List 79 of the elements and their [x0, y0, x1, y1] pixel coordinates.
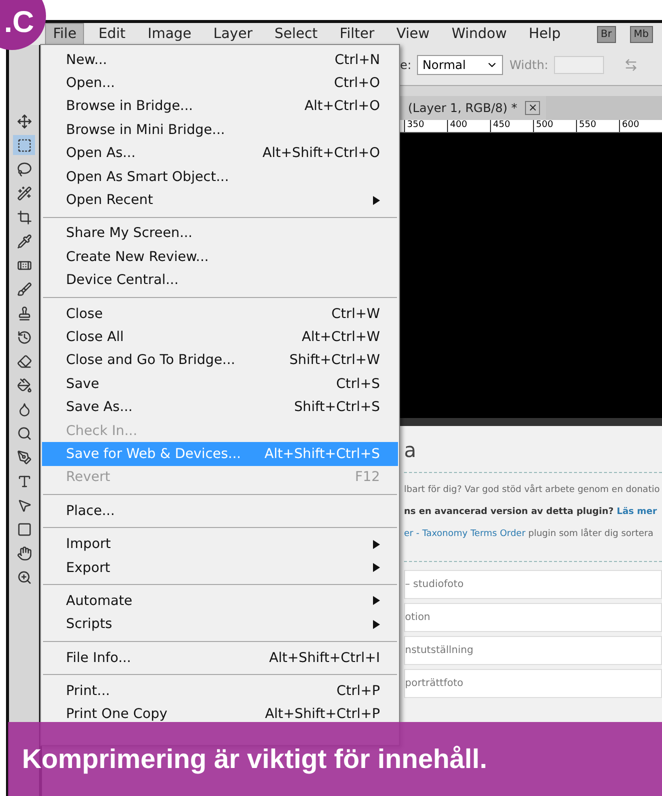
list-row[interactable]: nstutställning	[404, 636, 662, 665]
zoom-icon	[16, 570, 32, 584]
width-label: Width:	[509, 58, 548, 72]
menu-item[interactable]: File	[45, 23, 84, 45]
list-row[interactable]: – studiofoto	[404, 570, 662, 599]
menu-item[interactable]: Image	[140, 23, 200, 45]
menu-entry[interactable]: Close and Go To Bridge... Shift+Ctrl+W	[42, 348, 398, 372]
mode-dropdown[interactable]: Normal	[417, 55, 504, 75]
badge: .C	[0, 0, 46, 50]
menu-entry[interactable]: Close Ctrl+W	[42, 302, 398, 326]
eraser-icon	[16, 354, 32, 368]
ruler-label: 600	[619, 120, 662, 132]
advanced-text: ns en avancerad version av detta plugin?	[404, 507, 614, 517]
menu-entry[interactable]: Export	[42, 556, 398, 580]
move-icon	[16, 114, 32, 128]
tab-title: (Layer 1, RGB/8) *	[408, 101, 518, 115]
menu-entry[interactable]: Save Ctrl+S	[42, 372, 398, 396]
crop-icon	[16, 210, 32, 224]
close-button[interactable]: ×	[525, 101, 540, 115]
menu-item[interactable]: Edit	[90, 23, 134, 45]
menu-entry[interactable]: Device Central...	[42, 268, 398, 292]
menu-entry[interactable]: Automate	[42, 589, 398, 613]
donation-text: lbart för dig? Var god stöd vårt arbete genom en donatio	[404, 485, 661, 495]
ruler-label: 550	[576, 120, 619, 132]
menu-entry[interactable]: Save As... Shift+Ctrl+S	[42, 395, 398, 419]
list-row[interactable]: porträttfoto	[404, 669, 662, 698]
menu-item[interactable]: Filter	[332, 23, 382, 45]
menu-entry[interactable]: Open As... Alt+Shift+Ctrl+O	[42, 142, 398, 165]
tool-button[interactable]	[13, 135, 35, 155]
plugin-link[interactable]: er - Taxonomy Terms Order	[404, 529, 526, 539]
width-field[interactable]	[554, 56, 604, 74]
paint-bucket-icon	[16, 378, 32, 392]
lasso-icon	[16, 162, 32, 176]
square-icon	[16, 522, 32, 536]
pointer-icon	[16, 498, 32, 512]
menu-item[interactable]: Window	[444, 23, 515, 45]
hand-icon	[16, 546, 32, 560]
magnifier-icon	[16, 426, 32, 440]
menu-entry[interactable]: File Info... Alt+Shift+Ctrl+I	[42, 646, 398, 670]
menu-entry[interactable]: Place...	[42, 499, 398, 522]
menu-entry[interactable]: Print One Copy Alt+Shift+Ctrl+P	[42, 702, 398, 726]
dashed-square-icon	[16, 138, 32, 152]
ruler-label: 350	[404, 120, 447, 132]
stamp-icon	[16, 306, 32, 320]
brush-icon	[16, 282, 32, 296]
menu-item[interactable]: View	[388, 23, 438, 45]
app-button[interactable]: Br	[596, 26, 616, 42]
ruler-label: 450	[490, 120, 533, 132]
style-label: e:	[400, 58, 412, 72]
plugin-text: plugin som låter dig sortera	[527, 529, 654, 539]
wand-icon	[16, 186, 32, 200]
menu-entry[interactable]: Open As Smart Object...	[42, 164, 398, 188]
menu-entry[interactable]: New... Ctrl+N	[42, 48, 398, 72]
pen-icon	[16, 450, 32, 464]
page-heading: a	[404, 426, 662, 473]
menu-entry[interactable]: Scripts	[42, 612, 398, 636]
menu-entry[interactable]: Share My Screen...	[42, 222, 398, 246]
menu-item[interactable]: Layer	[205, 23, 260, 45]
history-icon	[16, 330, 32, 344]
type-icon	[16, 474, 32, 488]
app-button[interactable]: Mb	[630, 26, 653, 42]
ruler-label: 400	[447, 120, 490, 132]
menu-entry[interactable]: Create New Review...	[42, 245, 398, 269]
menu-item[interactable]: Help	[520, 23, 569, 45]
document-tab[interactable]: (Layer 1, RGB/8) * ×	[402, 96, 546, 120]
menu-entry[interactable]: Print... Ctrl+P	[42, 679, 398, 703]
menu-entry[interactable]: Close All Alt+Ctrl+W	[42, 325, 398, 349]
eyedropper-icon	[16, 234, 32, 248]
read-more-link[interactable]: Läs mer	[616, 507, 657, 517]
droplet-icon	[16, 402, 32, 416]
menu-entry[interactable]: Browse in Mini Bridge...	[42, 118, 398, 142]
menu-entry[interactable]: Import	[42, 532, 398, 556]
ruler-label: 500	[533, 120, 576, 132]
menu-item[interactable]: Select	[266, 23, 326, 45]
menu-entry[interactable]: Open Recent	[42, 188, 398, 212]
caption-text: Komprimering är viktigt för innehåll.	[22, 744, 488, 774]
menu-entry[interactable]: Browse in Bridge... Alt+Ctrl+O	[42, 94, 398, 118]
menu-entry[interactable]: Open... Ctrl+O	[42, 71, 398, 95]
list-row[interactable]: otion	[404, 603, 662, 632]
